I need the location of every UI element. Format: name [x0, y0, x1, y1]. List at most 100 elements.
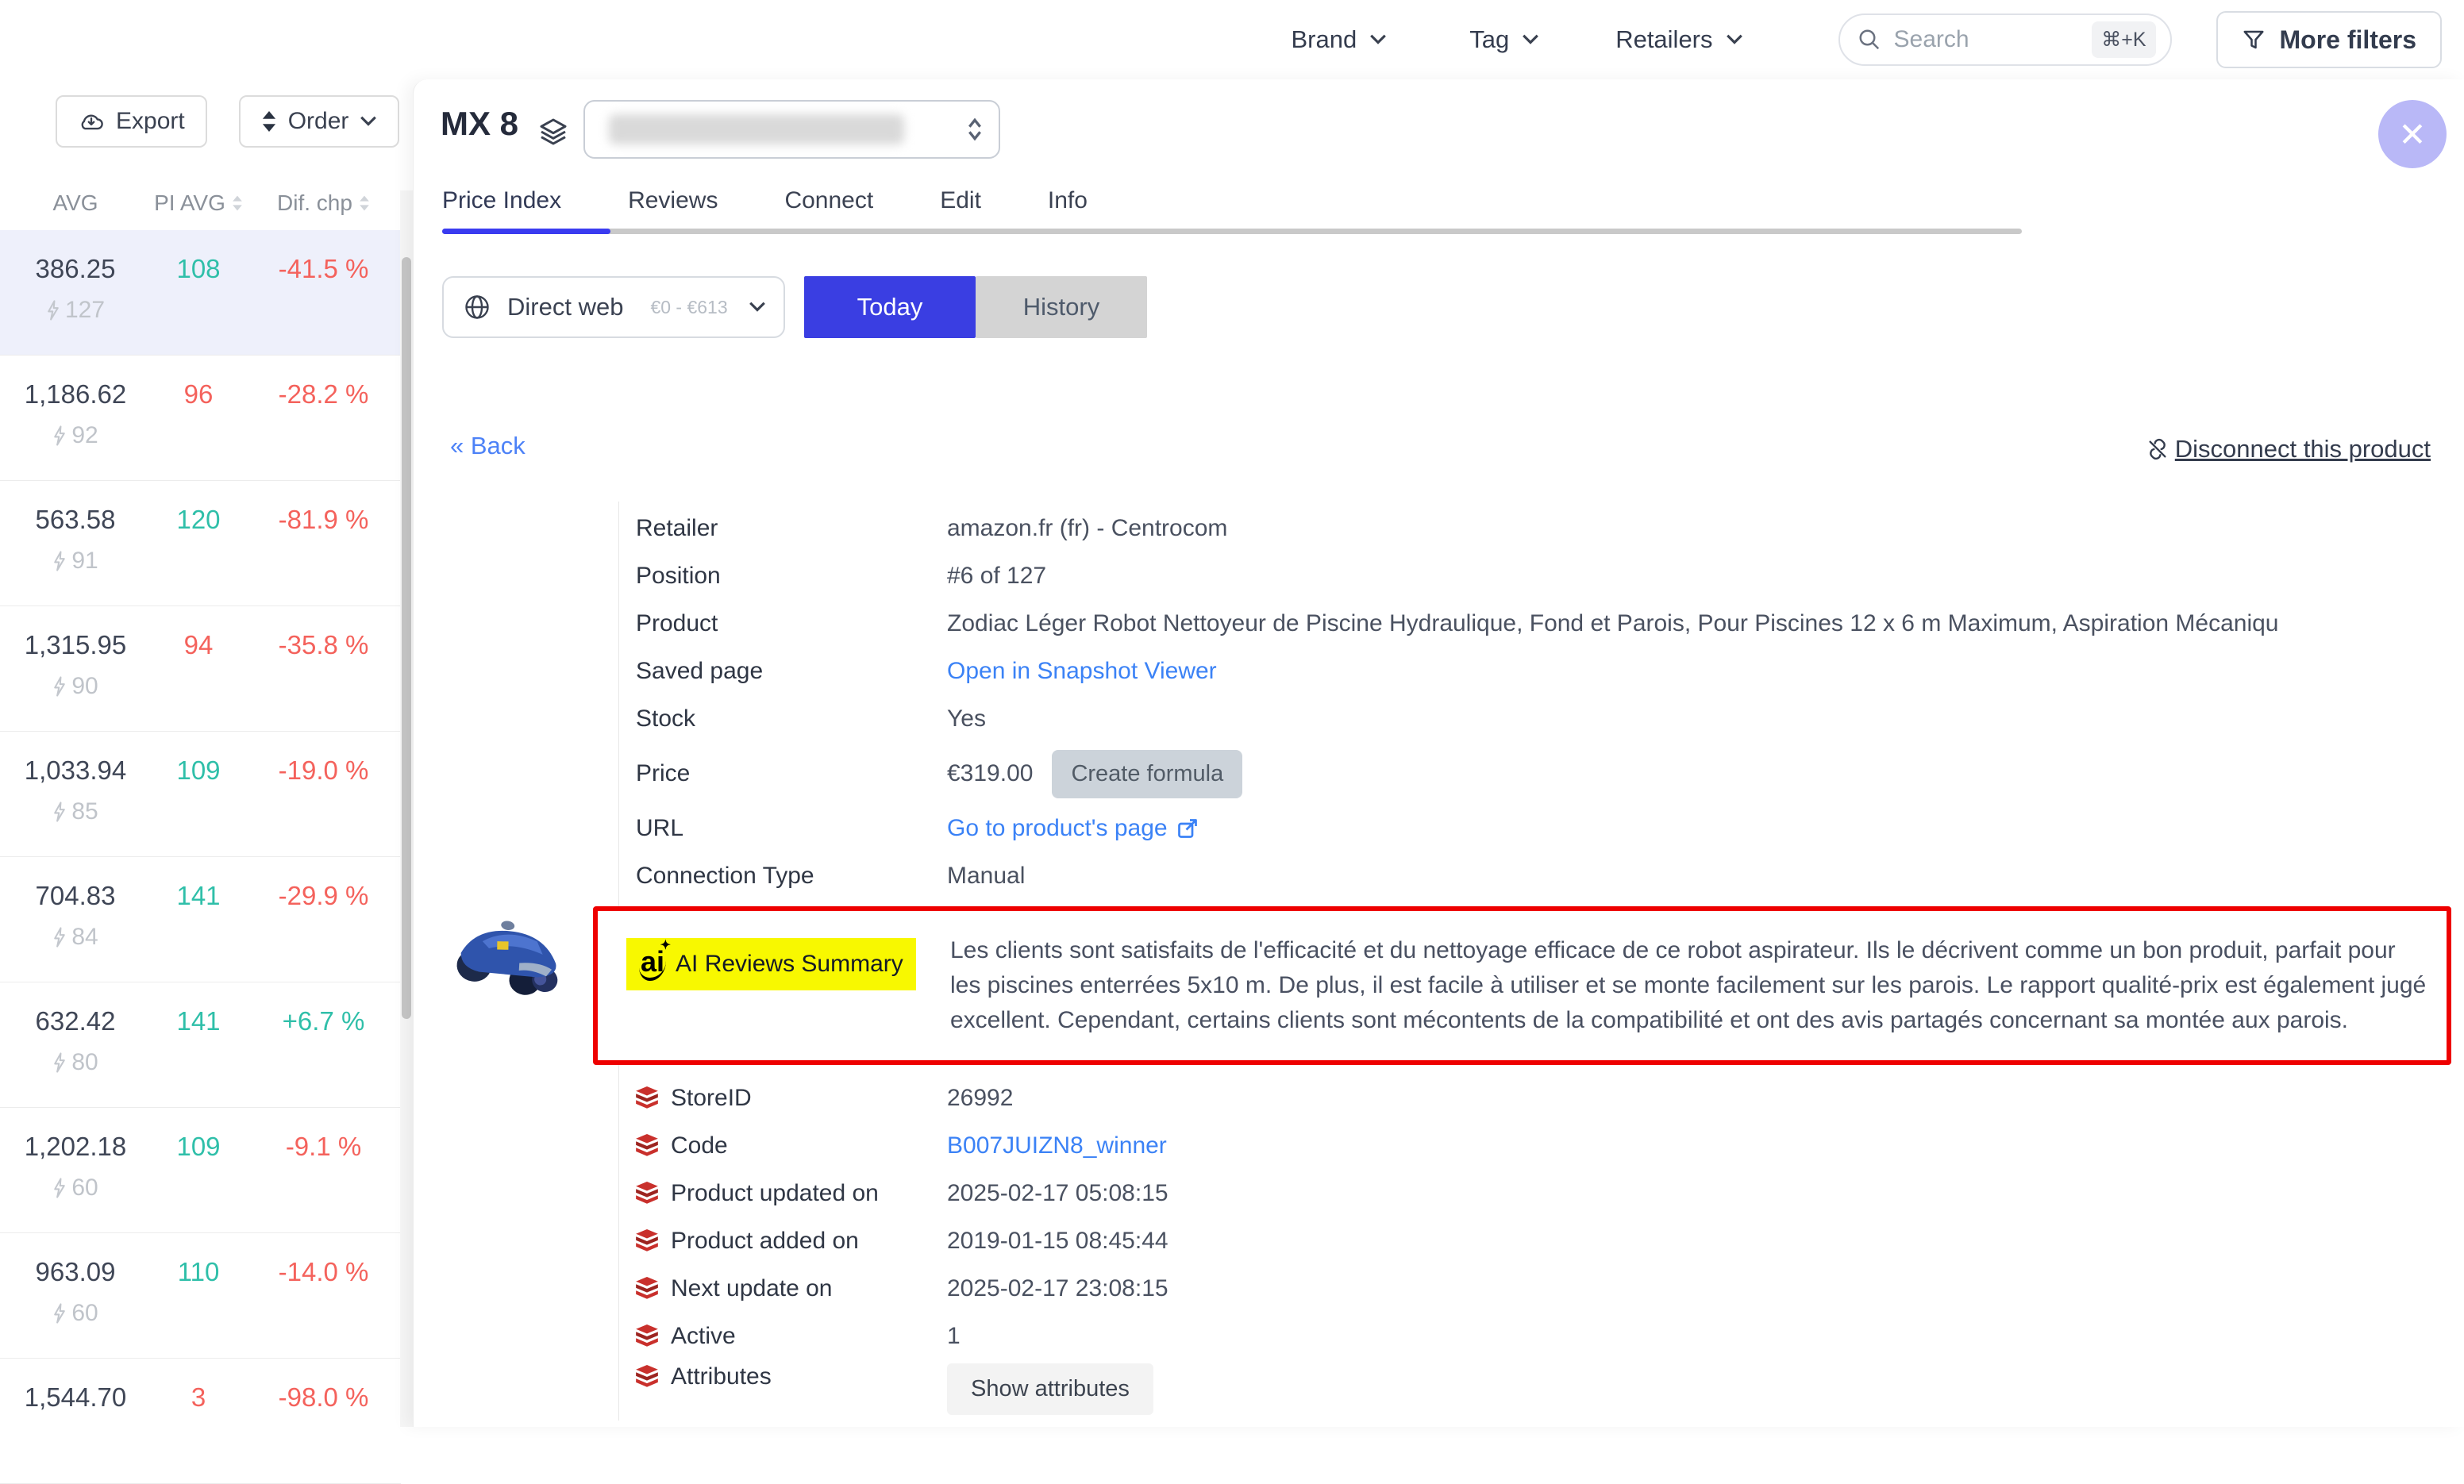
- column-header-dif-chp[interactable]: Dif. chp: [246, 190, 401, 216]
- active-tab-underline: [442, 229, 610, 234]
- close-button[interactable]: ✕: [2378, 100, 2447, 168]
- detail-value: 1: [947, 1323, 2443, 1350]
- table-row[interactable]: 563.58120-81.9 %91: [0, 481, 401, 606]
- detail-label: Next update on: [636, 1275, 947, 1302]
- detail-link[interactable]: Go to product's page: [947, 815, 1199, 842]
- retailer-count: 84: [0, 924, 151, 951]
- scrollbar-thumb[interactable]: [402, 257, 411, 1019]
- dif-chp-value: -28.2 %: [246, 379, 401, 409]
- retailers-filter-dropdown[interactable]: Retailers: [1615, 25, 1742, 54]
- table-row[interactable]: 963.09110-14.0 %60: [0, 1233, 401, 1359]
- retailer-scope-dropdown[interactable]: Direct web €0 - €613: [442, 276, 785, 338]
- dif-chp-value: -35.8 %: [246, 630, 401, 660]
- product-select[interactable]: [583, 100, 1000, 159]
- search-input[interactable]: Search ⌘+K: [1838, 13, 2172, 66]
- detail-link[interactable]: B007JUIZN8_winner: [947, 1132, 1167, 1159]
- detail-label-text: Code: [671, 1132, 728, 1159]
- detail-label: Attributes: [636, 1363, 947, 1390]
- detail-rows-top: Retaileramazon.fr (fr) - Centrocom Positi…: [636, 505, 2443, 900]
- avg-value: 1,544.70: [0, 1382, 151, 1413]
- detail-label: Product added on: [636, 1228, 947, 1255]
- retailer-count-value: 84: [71, 924, 98, 951]
- avg-value: 1,315.95: [0, 630, 151, 660]
- more-filters-label: More filters: [2280, 25, 2416, 55]
- dif-chp-value: -81.9 %: [246, 505, 401, 535]
- detail-value: Open in Snapshot Viewer: [947, 658, 2443, 685]
- disconnect-product-link[interactable]: Disconnect this product: [2145, 435, 2431, 463]
- funnel-icon: [2242, 28, 2266, 52]
- tab-edit[interactable]: Edit: [940, 187, 981, 222]
- show-attributes-button[interactable]: Show attributes: [947, 1363, 1153, 1415]
- layers-icon: [537, 116, 569, 148]
- avg-value: 1,202.18: [0, 1132, 151, 1162]
- detail-link[interactable]: Open in Snapshot Viewer: [947, 658, 1217, 685]
- retailer-count: 60: [0, 1175, 151, 1201]
- tab-connect[interactable]: Connect: [784, 187, 873, 222]
- column-header-avg[interactable]: AVG: [0, 190, 151, 216]
- table-row[interactable]: 1,033.94109-19.0 %85: [0, 732, 401, 857]
- search-icon: [1858, 28, 1881, 52]
- dif-chp-value: -14.0 %: [246, 1257, 401, 1287]
- sidebar-scrollbar[interactable]: [400, 190, 413, 1427]
- detail-label: Connection Type: [636, 863, 947, 890]
- retailer-count: 90: [0, 673, 151, 700]
- brand-filter-dropdown[interactable]: Brand: [1291, 25, 1387, 54]
- disconnect-label: Disconnect this product: [2175, 435, 2431, 463]
- database-icon: [636, 1365, 658, 1389]
- tab-underline-track: [442, 229, 2022, 234]
- table-row[interactable]: 1,202.18109-9.1 %60: [0, 1108, 401, 1233]
- detail-label: Product updated on: [636, 1180, 947, 1207]
- order-button[interactable]: Order: [239, 95, 400, 148]
- detail-value: Show attributes: [947, 1363, 2443, 1415]
- tag-filter-dropdown[interactable]: Tag: [1469, 25, 1539, 54]
- detail-link-text: Go to product's page: [947, 815, 1168, 842]
- chevron-down-icon: [1726, 34, 1743, 45]
- detail-label-text: Next update on: [671, 1275, 832, 1302]
- more-filters-button[interactable]: More filters: [2216, 11, 2442, 68]
- chevron-down-icon: [360, 116, 377, 127]
- pi-avg-value: 94: [151, 630, 246, 660]
- detail-label: Retailer: [636, 515, 947, 542]
- column-header-pi-avg[interactable]: PI AVG: [151, 190, 246, 216]
- avg-value: 386.25: [0, 254, 151, 284]
- ai-summary-label-cell: ai✦ AI Reviews Summary: [626, 933, 928, 1038]
- detail-label: Price: [636, 760, 947, 787]
- database-icon: [636, 1134, 658, 1158]
- history-toggle-button[interactable]: History: [976, 276, 1147, 338]
- detail-label-text: StoreID: [671, 1085, 752, 1112]
- table-row[interactable]: 704.83141-29.9 %84: [0, 857, 401, 982]
- retailer-count-value: 60: [71, 1175, 98, 1201]
- avg-value: 632.42: [0, 1006, 151, 1036]
- detail-label: Active: [636, 1323, 947, 1350]
- lightning-icon: [52, 1178, 67, 1198]
- retailer-count-value: 85: [71, 798, 98, 825]
- detail-label-text: Position: [636, 563, 721, 590]
- today-toggle-button[interactable]: Today: [804, 276, 976, 338]
- tab-info[interactable]: Info: [1048, 187, 1088, 222]
- detail-label: Product: [636, 610, 947, 637]
- detail-row: URLGo to product's page: [636, 805, 2443, 852]
- lightning-icon: [52, 551, 67, 571]
- retailer-count: 60: [0, 1300, 151, 1327]
- detail-value: amazon.fr (fr) - Centrocom: [947, 515, 2443, 542]
- detail-value: Yes: [947, 705, 2443, 732]
- table-row[interactable]: 632.42141+6.7 %80: [0, 982, 401, 1108]
- table-row[interactable]: 1,186.6296-28.2 %92: [0, 356, 401, 481]
- lightning-icon: [52, 1052, 67, 1073]
- table-row[interactable]: 1,315.9594-35.8 % 90: [0, 606, 401, 732]
- ai-summary-alert-box: ai✦ AI Reviews Summary Les clients sont …: [593, 906, 2451, 1065]
- table-row[interactable]: 1,544.703-98.0 %: [0, 1359, 401, 1484]
- detail-value: Manual: [947, 863, 2443, 890]
- tab-reviews[interactable]: Reviews: [628, 187, 718, 222]
- tab-price-index[interactable]: Price Index: [442, 187, 561, 222]
- avg-value: 563.58: [0, 505, 151, 535]
- export-button[interactable]: Export: [56, 95, 207, 148]
- back-link[interactable]: « Back: [450, 432, 526, 460]
- create-formula-button[interactable]: Create formula: [1052, 750, 1242, 798]
- select-updown-icon: [967, 116, 983, 143]
- table-row[interactable]: 386.25108-41.5 %127: [0, 230, 401, 356]
- detail-row: Product updated on2025-02-17 05:08:15: [636, 1170, 2443, 1217]
- detail-label: Code: [636, 1132, 947, 1159]
- detail-row: Position#6 of 127: [636, 552, 2443, 600]
- retailer-count-value: 92: [71, 422, 98, 449]
